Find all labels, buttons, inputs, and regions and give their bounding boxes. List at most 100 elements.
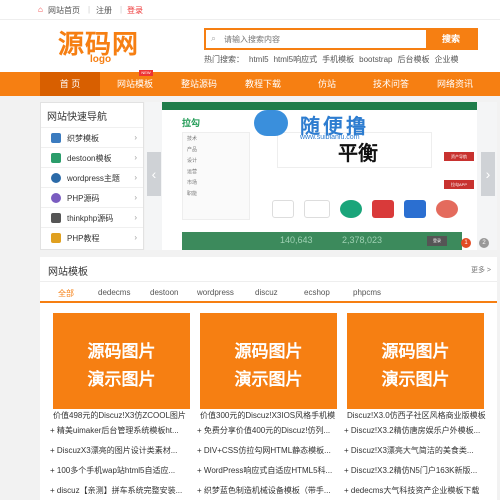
list-item[interactable]: + DiscuzX3漂亮的图片设计类素材... bbox=[50, 445, 193, 456]
chevron-right-icon: › bbox=[134, 133, 137, 142]
chevron-right-icon: › bbox=[134, 233, 137, 242]
card-caption[interactable]: 价值300元的Discuz!X3IOS风格手机模 bbox=[200, 410, 340, 421]
chevron-right-icon[interactable]: › bbox=[481, 152, 495, 196]
nav-source[interactable]: 整站源码 bbox=[168, 72, 230, 96]
hot-term[interactable]: 后台模板 bbox=[397, 55, 429, 64]
hot-term[interactable]: 企业模 bbox=[434, 55, 458, 64]
list-item-text: Discuz!X3.2精仿唐房娱乐户外模板... bbox=[350, 426, 481, 435]
watermark: 随便撸 www.suibianlu.com bbox=[254, 108, 404, 146]
quick-nav-label: destoon模板 bbox=[67, 154, 112, 163]
template-card[interactable]: 源码图片 演示图片 bbox=[53, 313, 190, 409]
quick-nav-item[interactable]: destoon模板 › bbox=[41, 147, 143, 167]
hot-term[interactable]: html5响应式 bbox=[274, 55, 318, 64]
chevron-right-icon: › bbox=[134, 213, 137, 222]
chevron-left-icon[interactable]: ‹ bbox=[147, 152, 161, 196]
banner-footer: 140,643 2,378,023 bbox=[182, 232, 462, 250]
nav-templates[interactable]: 网站模板 bbox=[104, 72, 166, 96]
nav-tutorials[interactable]: 教程下载 bbox=[232, 72, 294, 96]
tab-phpcms[interactable]: phpcms bbox=[353, 288, 381, 297]
hot-term[interactable]: html5 bbox=[249, 55, 269, 64]
list-item[interactable]: + 精美uimaker后台管理系统模板ht... bbox=[50, 425, 193, 436]
hot-label: 热门搜索： bbox=[204, 55, 244, 64]
top-bar: ⌂ 网站首页 | 注册 | 登录 bbox=[0, 0, 500, 20]
list-item[interactable]: + WordPress响应式自适应HTML5科... bbox=[197, 465, 340, 476]
banner-menu-item: 运营 bbox=[187, 169, 198, 175]
tab-destoon[interactable]: destoon bbox=[150, 288, 178, 297]
quick-nav-item[interactable]: PHP教程 › bbox=[41, 227, 143, 247]
banner-menu-item: 职能 bbox=[187, 191, 198, 197]
banner-menu-item: 市场 bbox=[187, 180, 198, 186]
list-item[interactable]: + 织梦蓝色制造机械设备模板（带手... bbox=[197, 485, 340, 496]
nav-news[interactable]: 网络资讯 bbox=[424, 72, 486, 96]
slide-dot[interactable]: 2 bbox=[479, 238, 489, 248]
list-item[interactable]: + Discuz!X3.2精仿唐房娱乐户外模板... bbox=[344, 425, 487, 436]
list-item[interactable]: + dedecms大气科技资产企业模板下载 bbox=[344, 485, 487, 496]
banner-image[interactable]: 拉勾 技术 产品 设计 运营 市场 职能 平衡 资产导航 拉勾APP 140,6… bbox=[162, 102, 477, 250]
quick-nav-item[interactable]: wordpress主题 › bbox=[41, 167, 143, 187]
new-badge: NEW bbox=[139, 70, 153, 76]
slide-dot[interactable]: 1 bbox=[461, 238, 471, 248]
divider: | bbox=[88, 5, 91, 14]
login-link[interactable]: 登录 bbox=[127, 5, 143, 16]
hot-term[interactable]: 手机模板 bbox=[322, 55, 354, 64]
search-input[interactable] bbox=[224, 30, 424, 48]
tab-all[interactable]: 全部 bbox=[58, 288, 74, 299]
template-card[interactable]: 源码图片 演示图片 bbox=[200, 313, 337, 409]
banner-login: 登录 bbox=[427, 236, 447, 246]
company-logo bbox=[304, 200, 330, 218]
list-item-text: DIV+CSS仿拉勾网HTML静态模板... bbox=[203, 446, 331, 455]
card-text: 演示图片 bbox=[381, 370, 450, 389]
banner-side-buttons: 资产导航 拉勾APP bbox=[444, 152, 474, 192]
card-caption[interactable]: Discuz!X3.0仿西子社区风格商业版模板 bbox=[347, 410, 487, 421]
quick-nav-label: PHP教程 bbox=[67, 234, 100, 243]
quick-nav-item[interactable]: thinkphp源码 › bbox=[41, 207, 143, 227]
banner-slider[interactable]: ‹ 拉勾 技术 产品 设计 运营 市场 职能 平衡 资产导航 拉勾APP 140… bbox=[145, 102, 497, 250]
register-link[interactable]: 注册 bbox=[96, 5, 112, 16]
search-icon: ⌕ bbox=[211, 33, 217, 43]
list-item[interactable]: + DIV+CSS仿拉勾网HTML静态模板... bbox=[197, 445, 340, 456]
company-logo bbox=[340, 200, 362, 218]
banner-side-button: 拉勾APP bbox=[444, 180, 474, 189]
list-item[interactable]: + Discuz!X3.2精仿N5门户163K新版... bbox=[344, 465, 487, 476]
list-item-text: WordPress响应式自适应HTML5科... bbox=[203, 466, 333, 475]
list-item[interactable]: + 100多个手机wap站html5自适应... bbox=[50, 465, 193, 476]
search-button[interactable]: 搜索 bbox=[426, 30, 476, 48]
card-caption[interactable]: 价值498元的Discuz!X3仿ZCOOL图片 bbox=[53, 410, 193, 421]
list-item[interactable]: + Discuz!X3漂亮大气简洁的美食类... bbox=[344, 445, 487, 456]
quick-nav-item[interactable]: PHP源码 › bbox=[41, 187, 143, 207]
nav-qa[interactable]: 技术问答 bbox=[360, 72, 422, 96]
chevron-right-icon: › bbox=[134, 173, 137, 182]
banner-menu-item: 技术 bbox=[187, 136, 198, 142]
banner-menu-item: 设计 bbox=[187, 158, 198, 164]
list-item[interactable]: + 免费分享价值400元的Discuz!仿列... bbox=[197, 425, 340, 436]
tab-ecshop[interactable]: ecshop bbox=[304, 288, 330, 297]
company-logo bbox=[272, 200, 294, 218]
banner-side-button: 资产导航 bbox=[444, 152, 474, 161]
main-nav: 首 页 网站模板 整站源码 教程下载 仿站 技术问答 网络资讯 bbox=[0, 72, 500, 96]
list-item[interactable]: + discuz【亲测】拼车系统完整安装... bbox=[50, 485, 193, 496]
hot-term[interactable]: bootstrap bbox=[359, 55, 392, 64]
list-item-text: Discuz!X3.2精仿N5门户163K新版... bbox=[350, 466, 478, 475]
nav-clone[interactable]: 仿站 bbox=[296, 72, 358, 96]
tab-discuz[interactable]: discuz bbox=[255, 288, 278, 297]
list-item-text: 织梦蓝色制造机械设备模板（带手... bbox=[203, 486, 331, 495]
quick-nav-item[interactable]: 织梦模板 › bbox=[41, 127, 143, 147]
watermark-url: www.suibianlu.com bbox=[300, 134, 360, 141]
tab-wordpress[interactable]: wordpress bbox=[197, 288, 234, 297]
banner-menu-item: 产品 bbox=[187, 147, 198, 153]
cloud-icon bbox=[254, 110, 288, 136]
section-title: 网站模板 bbox=[48, 267, 88, 278]
card-text: 演示图片 bbox=[87, 370, 156, 389]
category-tabs: 全部 dedecms destoon wordpress discuz ecsh… bbox=[40, 281, 497, 303]
quick-nav-label: 织梦模板 bbox=[67, 134, 99, 143]
tab-dedecms[interactable]: dedecms bbox=[98, 288, 130, 297]
php-icon bbox=[51, 193, 61, 203]
template-card[interactable]: 源码图片 演示图片 bbox=[347, 313, 484, 409]
list-item-text: 100多个手机wap站html5自适应... bbox=[56, 466, 176, 475]
list-item-text: DiscuzX3漂亮的图片设计类素材... bbox=[56, 446, 178, 455]
more-link[interactable]: 更多 > bbox=[471, 265, 491, 275]
quick-nav-label: wordpress主题 bbox=[67, 174, 120, 183]
nav-home[interactable]: 首 页 bbox=[40, 72, 100, 96]
wordpress-icon bbox=[51, 173, 61, 183]
home-link[interactable]: 网站首页 bbox=[48, 5, 80, 16]
